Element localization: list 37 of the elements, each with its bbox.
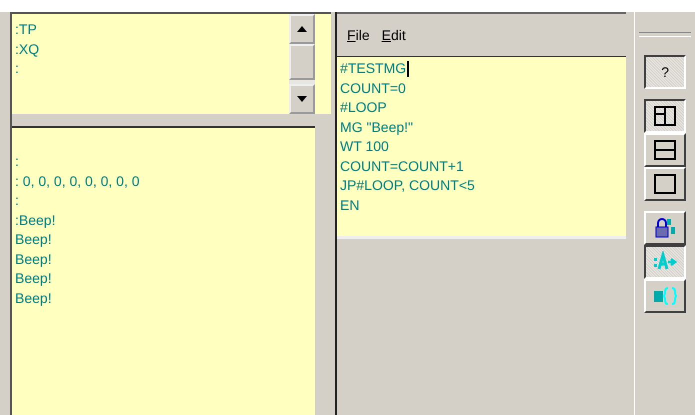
command-line: : [15,59,19,78]
output-line: :Beep! [15,210,56,230]
lock-icon [653,217,678,239]
menu-item[interactable]: File [345,27,372,43]
output-line: : 0, 0, 0, 0, 0, 0, 0, 0 [15,172,140,190]
up-arrow-icon [297,26,308,32]
help-button[interactable]: ? [644,55,686,89]
code-line: #TESTMG [340,59,410,78]
code-line: COUNT=COUNT+1 [340,156,464,176]
command-line: :XQ [15,40,40,59]
braces-icon [653,285,678,307]
scroll-thumb[interactable] [289,44,316,80]
down-arrow-icon [297,96,308,102]
code-line: WT 100 [340,137,389,156]
toolbar-button[interactable] [644,99,686,133]
scrollbar[interactable] [289,14,316,114]
output-line: Beep! [15,250,52,269]
code-line: COUNT=0 [340,78,406,98]
command-line: :TP [15,20,37,39]
code-line: JP#LOOP, COUNT<5 [340,176,475,195]
output-line: Beep! [15,230,52,249]
menu-item[interactable]: Edit [380,27,408,43]
output-line: : [15,191,19,210]
command-box[interactable]: :TP :XQ : [12,12,332,114]
program-editor[interactable]: #TESTMG COUNT=0 #LOOP MG "Beep!" WT 100 COUNT=COUNT+1 JP#LOOP, COUNT<5 EN [337,57,626,236]
code-line: #LOOP [340,98,387,117]
scroll-down-button[interactable] [289,84,316,114]
output-line: Beep! [15,269,52,288]
output-line: : [15,152,19,171]
horizontal-split-icon [653,139,678,161]
code-line: EN [340,196,360,214]
scroll-up-button[interactable] [289,14,316,44]
toolbar-button[interactable] [644,245,686,279]
single-pane-icon [653,173,678,195]
code-line: MG "Beep!" [340,118,414,137]
split-pane-icon [653,105,678,127]
output-line: Beep! [15,288,52,308]
